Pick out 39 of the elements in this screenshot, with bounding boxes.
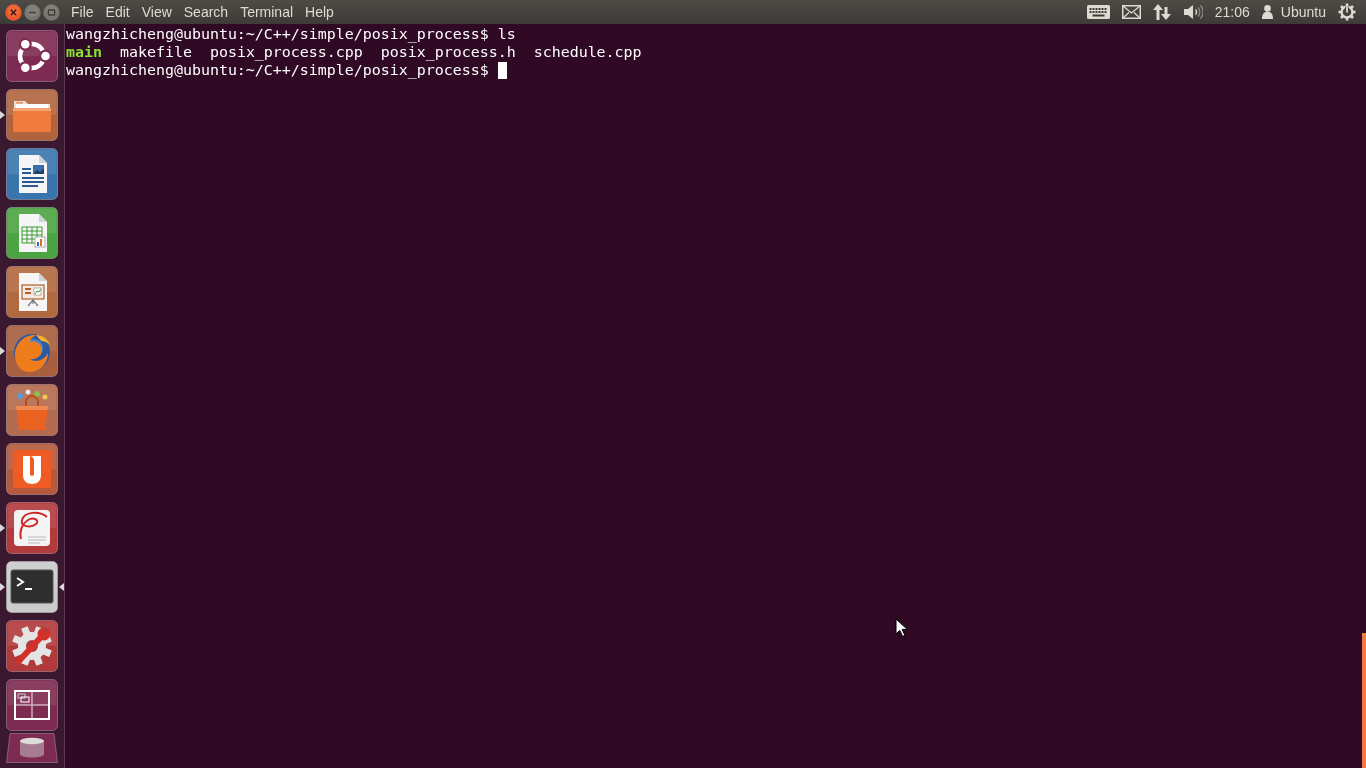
user-name[interactable]: Ubuntu <box>1280 0 1326 24</box>
presentation-icon[interactable] <box>6 266 58 318</box>
menu-item[interactable]: Search <box>177 0 235 24</box>
letter-u-icon[interactable] <box>6 443 58 495</box>
window-grid-icon[interactable] <box>6 679 58 731</box>
envelope-icon[interactable] <box>1121 5 1141 19</box>
mouse-pointer-icon <box>895 618 907 637</box>
command-text: ls <box>497 25 516 43</box>
speaker-icon[interactable] <box>1182 4 1203 20</box>
shell-prompt: wangzhicheng@ubuntu:~/C++/simple/posix_process$ <box>66 61 489 79</box>
trash-icon[interactable] <box>6 733 58 763</box>
spreadsheet-icon[interactable] <box>6 207 58 259</box>
shell-prompt: wangzhicheng@ubuntu:~/C++/simple/posix_process$ <box>66 25 489 43</box>
gear-wrench-icon[interactable] <box>6 620 58 672</box>
file-name: posix_process.h <box>380 43 516 61</box>
up-down-arrows-icon[interactable] <box>1152 4 1171 20</box>
file-name: main <box>66 43 102 61</box>
file-name: makefile <box>119 43 192 61</box>
document-icon[interactable] <box>6 148 58 200</box>
clock-time[interactable]: 21:06 <box>1214 0 1250 24</box>
globe-icon[interactable] <box>6 325 58 377</box>
power-icon[interactable] <box>1338 3 1356 21</box>
menu-item[interactable]: Edit <box>99 0 136 24</box>
maximize-icon[interactable] <box>43 3 60 21</box>
menu-item[interactable]: File <box>65 0 100 24</box>
file-name: schedule.cpp <box>533 43 642 61</box>
menu-item[interactable]: Terminal <box>234 0 300 24</box>
minimize-icon[interactable] <box>24 3 41 21</box>
scrollbar-thumb[interactable] <box>1362 633 1366 768</box>
menu-item[interactable]: View <box>135 0 178 24</box>
folder-icon[interactable] <box>6 89 58 141</box>
page-swirl-icon[interactable] <box>6 502 58 554</box>
terminal-icon[interactable] <box>6 561 58 613</box>
close-icon[interactable] <box>5 3 22 21</box>
person-icon[interactable] <box>1261 5 1273 19</box>
menu-item[interactable]: Help <box>299 0 340 24</box>
ring-dots-icon[interactable] <box>6 30 58 82</box>
file-name: posix_process.cpp <box>209 43 363 61</box>
keyboard-icon[interactable] <box>1086 5 1110 19</box>
